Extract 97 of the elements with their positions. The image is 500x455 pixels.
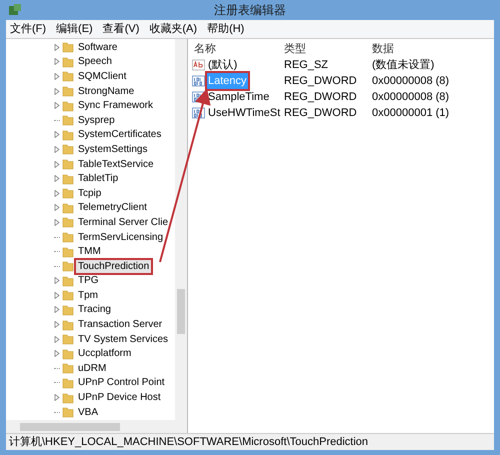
tree-item[interactable]: UPnP Device Host (76, 391, 163, 404)
vertical-scrollbar[interactable] (175, 39, 187, 420)
folder-icon (62, 406, 74, 418)
tree-item[interactable]: TV System Services (76, 332, 170, 346)
tree-item[interactable]: SystemCertificates (76, 128, 164, 142)
tree-item[interactable]: TableTextService (76, 158, 156, 171)
tree-item[interactable]: TabletTip (76, 172, 120, 186)
folder-icon (62, 158, 74, 170)
folder-icon (62, 143, 74, 156)
expand-arrow-icon[interactable] (54, 218, 60, 226)
tree-item[interactable]: uDRM (76, 362, 108, 375)
expand-arrow-icon[interactable] (54, 321, 60, 328)
expand-arrow-icon[interactable] (54, 88, 60, 95)
expand-arrow-icon[interactable] (54, 72, 60, 80)
expand-arrow-icon[interactable] (54, 336, 60, 343)
value-name[interactable]: UseHWTimeSt (207, 104, 282, 122)
expand-arrow-icon[interactable] (54, 306, 60, 314)
tree-item[interactable]: Sync Framework (76, 99, 156, 112)
horizontal-scrollbar[interactable] (6, 420, 187, 433)
folder-icon (62, 304, 74, 316)
folder-icon (62, 392, 74, 404)
value-type: REG_DWORD (284, 74, 358, 89)
folder-icon (62, 172, 74, 185)
tree-item[interactable]: Speech (76, 55, 114, 68)
expand-arrow-icon[interactable] (54, 292, 60, 299)
expand-arrow-icon[interactable] (54, 131, 60, 138)
folder-icon (62, 41, 74, 54)
expand-arrow-icon[interactable] (54, 277, 60, 284)
tree-item[interactable]: Tracing (76, 303, 113, 316)
string-value-icon (192, 59, 205, 71)
status-bar: 计算机\HKEY_LOCAL_MACHINE\SOFTWARE\Microsoft\TouchPrediction (6, 433, 494, 450)
tree-item[interactable]: TermServLicensing (76, 230, 166, 244)
folder-icon (62, 100, 74, 112)
menu-item[interactable]: 编辑(E) (56, 20, 93, 38)
expand-arrow-icon[interactable] (54, 160, 60, 168)
expand-arrow-icon[interactable] (54, 175, 60, 182)
folder-icon (62, 56, 74, 68)
tree-item[interactable]: Transaction Server (76, 318, 164, 332)
folder-icon (62, 216, 74, 228)
app-icon (8, 3, 22, 17)
window-title: 注册表编辑器 (214, 2, 286, 19)
menu-item[interactable]: 查看(V) (102, 20, 140, 38)
folder-icon (62, 128, 74, 141)
value-type: REG_DWORD (284, 106, 358, 121)
menu-item[interactable]: 帮助(H) (207, 20, 244, 38)
tree-item[interactable]: TPG (76, 274, 101, 288)
value-data: 0x00000008 (8) (372, 90, 450, 105)
expand-arrow-icon[interactable] (54, 350, 60, 358)
tree-item[interactable]: SystemSettings (76, 142, 150, 156)
menu-item[interactable]: 文件(F) (10, 20, 46, 38)
tree-item[interactable]: Tcpip (76, 186, 104, 200)
tree-item[interactable]: Software (76, 40, 120, 54)
tree-item[interactable]: Uccplatform (76, 347, 134, 360)
tree-item[interactable]: SQMClient (76, 70, 128, 83)
column-header[interactable]: 数据 (372, 40, 494, 58)
value-name[interactable]: (默认) (207, 56, 238, 74)
tree-item[interactable]: Terminal Server Clie (76, 216, 170, 229)
value-data: 0x00000008 (8) (372, 74, 450, 89)
tree-item[interactable]: TouchPrediction (76, 260, 152, 273)
folder-icon (62, 260, 74, 272)
expand-arrow-icon[interactable] (54, 102, 60, 110)
folder-icon (62, 187, 74, 200)
expand-arrow-icon[interactable] (54, 190, 60, 197)
menu-item[interactable]: 收藏夹(A) (149, 20, 198, 38)
expand-arrow-icon[interactable] (54, 204, 60, 212)
tree-item[interactable]: StrongName (76, 84, 136, 98)
folder-icon (62, 362, 74, 374)
tree-item[interactable]: Tpm (76, 288, 100, 302)
binary-value-icon (192, 75, 205, 87)
value-name[interactable]: SampleTime (207, 88, 270, 106)
tree-item[interactable]: TMM (76, 245, 103, 258)
value-data: 0x00000001 (1) (372, 106, 450, 121)
expand-arrow-icon[interactable] (54, 394, 60, 402)
tree-item[interactable]: UPnP Control Point (76, 376, 167, 390)
folder-icon (62, 376, 74, 389)
column-header[interactable]: 名称 (192, 40, 284, 58)
folder-icon (62, 231, 74, 244)
folder-icon (62, 114, 74, 126)
column-header[interactable]: 类型 (284, 40, 372, 58)
folder-icon (62, 70, 74, 82)
folder-icon (62, 274, 74, 287)
tree-item[interactable]: VBA (76, 406, 100, 419)
folder-icon (62, 348, 74, 360)
folder-icon (62, 289, 74, 302)
folder-icon (62, 246, 74, 258)
expand-arrow-icon[interactable] (54, 146, 60, 153)
value-type: REG_DWORD (284, 90, 358, 105)
tree-item[interactable]: Sysprep (76, 114, 117, 127)
folder-icon (62, 202, 74, 214)
expand-arrow-icon[interactable] (54, 58, 60, 66)
tree-item[interactable]: TelemetryClient (76, 201, 149, 214)
expand-arrow-icon[interactable] (54, 44, 60, 51)
folder-icon (62, 318, 74, 331)
folder-icon (62, 333, 74, 346)
folder-icon (62, 85, 74, 98)
value-type: REG_SZ (284, 58, 330, 73)
value-data: (数值未设置) (372, 58, 436, 73)
